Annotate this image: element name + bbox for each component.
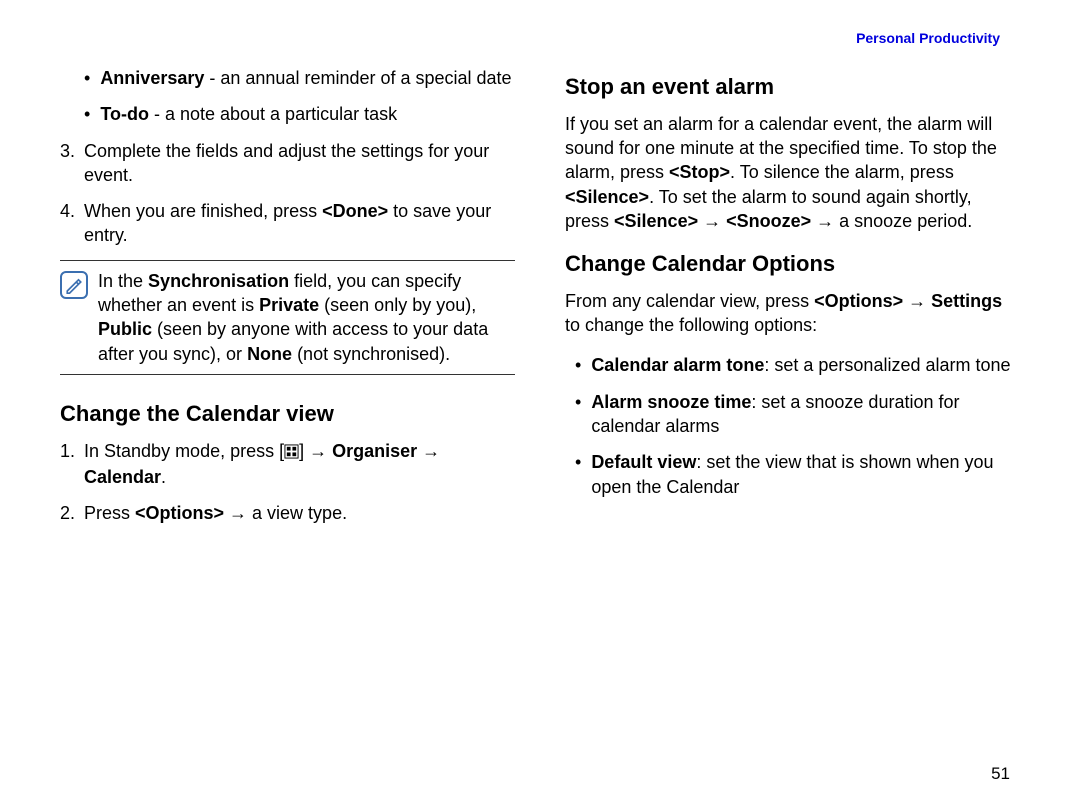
numbered-step: 1. In Standby mode, press [] → Organiser… <box>60 439 515 490</box>
step-number: 4. <box>60 199 84 248</box>
text: From any calendar view, press <box>565 291 814 311</box>
text-bold: <Snooze> <box>726 211 811 231</box>
heading-change-options: Change Calendar Options <box>565 249 1020 279</box>
list-item: Calendar alarm tone: set a personalized … <box>565 353 1020 377</box>
bullet-icon <box>575 353 591 377</box>
text: . <box>161 467 166 487</box>
text: → <box>903 291 931 311</box>
step-text: In Standby mode, press [] → Organiser → … <box>84 439 515 490</box>
numbered-step: 4. When you are finished, press <Done> t… <box>60 199 515 248</box>
text-bold: None <box>247 344 292 364</box>
text: → <box>698 211 726 231</box>
step-text: Complete the fields and adjust the setti… <box>84 139 515 188</box>
note-icon <box>60 271 88 299</box>
text: (seen only by you), <box>319 295 476 315</box>
bullet-icon <box>575 450 591 499</box>
text: Press <box>84 503 135 523</box>
text: In Standby mode, press [ <box>84 441 284 461</box>
text: to change the following options: <box>565 315 817 335</box>
text: . To silence the alarm, press <box>730 162 954 182</box>
term-bold: Anniversary <box>100 68 204 88</box>
bullet-icon <box>84 102 100 126</box>
left-column: Anniversary - an annual reminder of a sp… <box>60 66 515 538</box>
heading-stop-alarm: Stop an event alarm <box>565 72 1020 102</box>
step-text: When you are finished, press <Done> to s… <box>84 199 515 248</box>
text-bold: <Silence> <box>565 187 649 207</box>
text-bold: Settings <box>931 291 1002 311</box>
text-bold: <Options> <box>814 291 903 311</box>
term-rest: : set a personalized alarm tone <box>764 355 1010 375</box>
heading-change-view: Change the Calendar view <box>60 399 515 429</box>
numbered-step: 3. Complete the fields and adjust the se… <box>60 139 515 188</box>
numbered-step: 2. Press <Options> → a view type. <box>60 501 515 525</box>
text: → a snooze period. <box>811 211 972 231</box>
text-bold: Public <box>98 319 152 339</box>
note-callout: In the Synchronisation field, you can sp… <box>60 260 515 375</box>
term-bold: To-do <box>100 104 149 124</box>
list-item: Alarm snooze time: set a snooze duration… <box>565 390 1020 439</box>
text: (not synchronised). <box>292 344 450 364</box>
text: In the <box>98 271 148 291</box>
text-bold: Private <box>259 295 319 315</box>
text: → a view type. <box>224 503 347 523</box>
note-text: In the Synchronisation field, you can sp… <box>98 269 515 366</box>
list-item: Default view: set the view that is shown… <box>565 450 1020 499</box>
term-bold: Calendar alarm tone <box>591 355 764 375</box>
right-column: Stop an event alarm If you set an alarm … <box>565 66 1020 538</box>
bullet-text: Anniversary - an annual reminder of a sp… <box>100 66 515 90</box>
term-rest: - an annual reminder of a special date <box>204 68 511 88</box>
bullet-text: To-do - a note about a particular task <box>100 102 515 126</box>
bullet-icon <box>84 66 100 90</box>
step-number: 2. <box>60 501 84 525</box>
term-bold: Default view <box>591 452 696 472</box>
bullet-text: Default view: set the view that is shown… <box>591 450 1020 499</box>
paragraph: If you set an alarm for a calendar event… <box>565 112 1020 233</box>
term-bold: Alarm snooze time <box>591 392 751 412</box>
text-bold: <Options> <box>135 503 224 523</box>
section-header: Personal Productivity <box>60 30 1020 46</box>
text-bold: Synchronisation <box>148 271 289 291</box>
text: ] → <box>299 441 332 461</box>
step-number: 1. <box>60 439 84 490</box>
list-item: Anniversary - an annual reminder of a sp… <box>60 66 515 90</box>
paragraph: From any calendar view, press <Options> … <box>565 289 1020 338</box>
text-bold: <Silence> <box>614 211 698 231</box>
text: Complete the fields and adjust the setti… <box>84 141 489 185</box>
bullet-text: Calendar alarm tone: set a personalized … <box>591 353 1020 377</box>
bullet-icon <box>575 390 591 439</box>
step-number: 3. <box>60 139 84 188</box>
page-number: 51 <box>991 764 1010 784</box>
term-rest: - a note about a particular task <box>149 104 397 124</box>
text-bold: <Stop> <box>669 162 730 182</box>
options-list: Calendar alarm tone: set a personalized … <box>565 353 1020 498</box>
text: When you are finished, press <box>84 201 322 221</box>
list-item: To-do - a note about a particular task <box>60 102 515 126</box>
content-columns: Anniversary - an annual reminder of a sp… <box>60 66 1020 538</box>
text-bold: <Done> <box>322 201 388 221</box>
bullet-text: Alarm snooze time: set a snooze duration… <box>591 390 1020 439</box>
step-text: Press <Options> → a view type. <box>84 501 515 525</box>
menu-key-icon <box>284 441 299 465</box>
